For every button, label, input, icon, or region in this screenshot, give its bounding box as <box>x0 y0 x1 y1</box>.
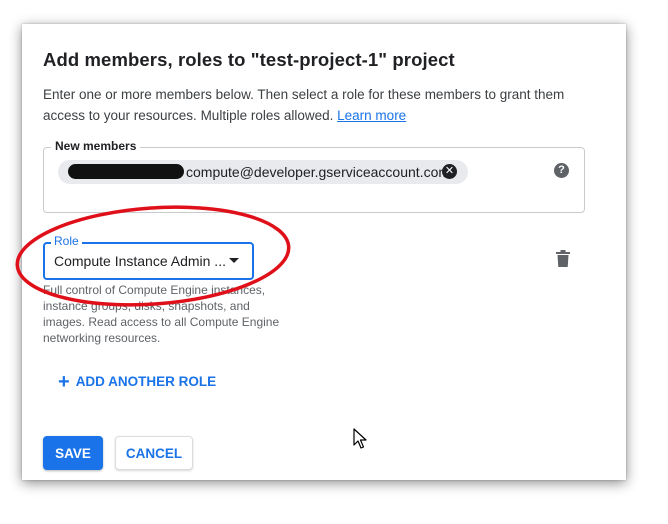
new-members-label: New members <box>51 139 141 153</box>
redacted-mask <box>68 164 184 179</box>
role-selected-value: Compute Instance Admin ... <box>54 253 226 269</box>
learn-more-link[interactable]: Learn more <box>337 108 406 123</box>
mouse-cursor-icon <box>353 428 367 449</box>
help-circle-icon[interactable]: ? <box>554 163 569 178</box>
save-button[interactable]: SAVE <box>43 436 103 470</box>
role-label: Role <box>51 234 82 248</box>
cancel-button[interactable]: CANCEL <box>115 436 193 470</box>
dialog-description: Enter one or more members below. Then se… <box>43 84 603 126</box>
close-circle-icon[interactable]: ✕ <box>442 164 457 179</box>
dialog-title: Add members, roles to "test-project-1" p… <box>43 49 455 70</box>
role-description: Full control of Compute Engine instances… <box>43 283 280 345</box>
trash-icon[interactable] <box>555 250 571 268</box>
caret-down-icon <box>229 258 239 263</box>
member-chip: compute@developer.gserviceaccount.com ✕ <box>58 160 468 184</box>
add-another-role-label: ADD ANOTHER ROLE <box>75 374 217 389</box>
new-members-field[interactable]: New members compute@developer.gserviceac… <box>43 139 585 213</box>
add-another-role-button[interactable]: + ADD ANOTHER ROLE <box>58 371 217 394</box>
plus-icon: + <box>58 371 70 393</box>
member-chip-text: compute@developer.gserviceaccount.com <box>186 164 451 180</box>
role-select[interactable]: Role Compute Instance Admin ... <box>43 234 254 280</box>
description-text: Enter one or more members below. Then se… <box>43 87 565 123</box>
add-members-dialog: Add members, roles to "test-project-1" p… <box>22 24 626 480</box>
